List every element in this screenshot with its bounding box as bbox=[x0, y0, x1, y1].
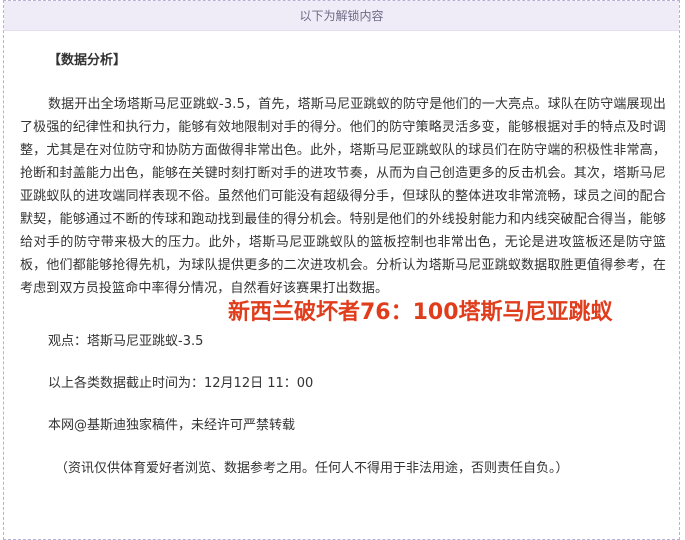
viewpoint-line: 观点：塔斯马尼亚跳蚁-3.5 bbox=[48, 334, 204, 349]
section-title: 【数据分析】 bbox=[48, 53, 127, 68]
data-cutoff-line: 以上各类数据截止时间为：12月12日 11：00 bbox=[48, 376, 314, 391]
unlocked-content-box: 以下为解锁内容 【数据分析】 数据开出全场塔斯马尼亚跳蚁-3.5，首先，塔斯马尼… bbox=[3, 0, 680, 540]
disclaimer-line: （资讯仅供体育爱好者浏览、数据参考之用。任何人不得用于非法用途，否则责任自负。） bbox=[55, 461, 569, 476]
unlock-header: 以下为解锁内容 bbox=[4, 1, 679, 31]
score-overlay-text: 新西兰破坏者76：100塔斯马尼亚跳蚁 bbox=[228, 300, 613, 325]
analysis-paragraph: 数据开出全场塔斯马尼亚跳蚁-3.5，首先，塔斯马尼亚跳蚁的防守是他们的一大亮点。… bbox=[20, 97, 666, 296]
article-content: 【数据分析】 数据开出全场塔斯马尼亚跳蚁-3.5，首先，塔斯马尼亚跳蚁的防守是他… bbox=[20, 49, 666, 300]
copyright-line: 本网@基斯迪独家稿件，未经许可严禁转载 bbox=[48, 418, 296, 433]
